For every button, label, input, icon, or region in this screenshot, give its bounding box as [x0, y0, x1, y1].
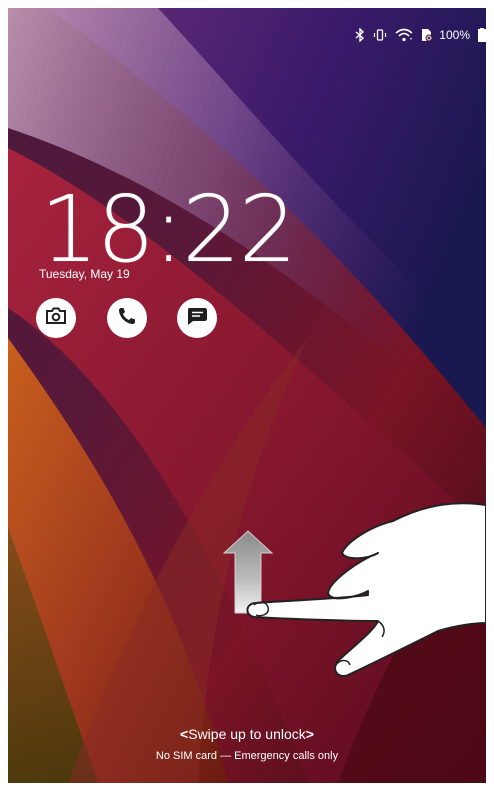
hand-pointer-icon	[222, 502, 486, 677]
arrow-up-icon	[222, 530, 274, 614]
chevron-left-icon: <	[180, 726, 189, 742]
camera-icon	[45, 307, 67, 330]
message-icon	[186, 306, 208, 331]
chevron-right-icon: >	[305, 726, 314, 742]
lock-screen[interactable]: 100% 18:22 Tuesday, May 19 <Swipe up to …	[8, 8, 486, 783]
sim-missing-icon	[421, 28, 433, 42]
battery-percent: 100%	[439, 28, 470, 42]
sim-status-text: No SIM card — Emergency calls only	[155, 750, 339, 762]
lockscreen-clock: 18:22	[40, 176, 297, 283]
swipe-up-label: Swipe up to unlock	[188, 726, 306, 742]
bluetooth-icon	[355, 28, 365, 42]
swipe-up-hint: <Swipe up to unlock>	[8, 726, 486, 742]
lockscreen-date: Tuesday, May 19	[39, 267, 130, 281]
camera-shortcut-button[interactable]	[36, 298, 76, 338]
phone-icon	[117, 306, 137, 331]
vibrate-icon	[373, 28, 387, 42]
device-frame: 100% 18:22 Tuesday, May 19 <Swipe up to …	[0, 0, 494, 791]
wifi-icon	[395, 28, 413, 42]
status-bar: 100%	[355, 26, 486, 44]
message-shortcut-button[interactable]	[177, 298, 217, 338]
battery-icon	[478, 28, 486, 42]
phone-shortcut-button[interactable]	[107, 298, 147, 338]
